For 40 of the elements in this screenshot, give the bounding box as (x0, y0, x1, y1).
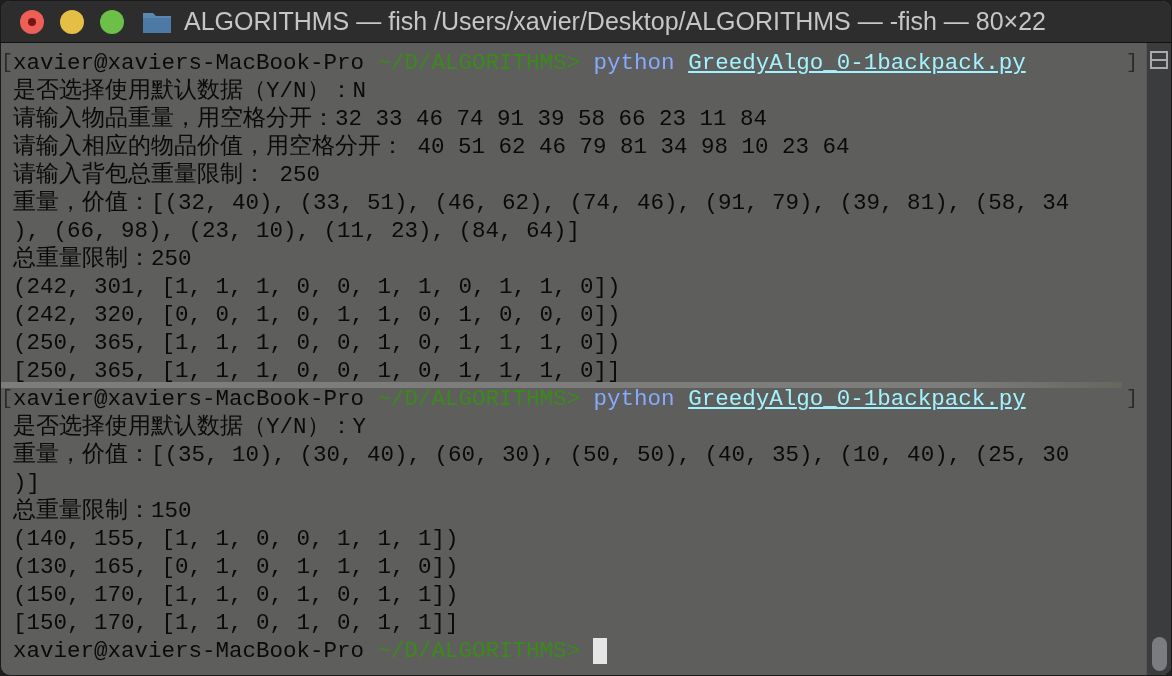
file-link[interactable]: GreedyAlgo_0-1backpack.py (688, 49, 1026, 77)
mark-bracket: ] (1126, 386, 1138, 412)
output-line: 请输入背包总重量限制： 250 (13, 161, 320, 189)
output-line: 总重量限制：250 (13, 245, 192, 273)
output-line: (250, 365, [1, 1, 1, 0, 0, 1, 0, 1, 1, 1, 0]) (13, 329, 621, 357)
split-pane-icon[interactable] (1148, 49, 1170, 71)
output-line: 重量，价值：[(32, 40), (33, 51), (46, 62), (74, 46), (91, 79), (39, 81), (58, 34 (13, 189, 1070, 217)
output-line: (140, 155, [1, 1, 0, 0, 1, 1, 1]) (13, 525, 459, 553)
output-line: )] (13, 469, 40, 497)
output-line: (242, 320, [0, 0, 1, 0, 1, 1, 0, 1, 0, 0, 0]) (13, 301, 621, 329)
output-line: [150, 170, [1, 1, 0, 1, 0, 1, 1]] (13, 609, 459, 637)
file-link[interactable]: GreedyAlgo_0-1backpack.py (688, 385, 1026, 413)
mark-bracket: ] (1126, 50, 1138, 76)
output-line: 重量，价值：[(35, 10), (30, 40), (60, 30), (50, 50), (40, 35), (10, 40), (25, 30 (13, 441, 1070, 469)
output-line: (242, 301, [1, 1, 1, 0, 0, 1, 1, 0, 1, 1, 0]) (13, 273, 621, 301)
output-line: 请输入相应的物品价值，用空格分开： 40 51 62 46 79 81 34 98 10 23 64 (13, 133, 850, 161)
scrollbar[interactable] (1146, 43, 1171, 675)
prompt-user: xavier@xaviers-MacBook-Pro (13, 385, 365, 413)
output-line: 请输入物品重量，用空格分开：32 33 46 74 91 39 58 66 23 11 84 (13, 105, 768, 133)
mark-bracket: [ (1, 386, 13, 412)
minimize-button[interactable] (60, 9, 84, 34)
command-text: python (593, 49, 675, 77)
command-text: python (593, 385, 675, 413)
prompt-path: ~/D/ALGORITHMS> (377, 49, 581, 77)
prompt-user: xavier@xaviers-MacBook-Pro (13, 637, 365, 665)
mark-bracket: [ (1, 50, 13, 76)
output-line: ), (66, 98), (23, 10), (11, 23), (84, 64)] (13, 217, 581, 245)
scroll-thumb[interactable] (1151, 637, 1167, 671)
close-button[interactable] (20, 9, 44, 34)
window-title: ALGORITHMS — fish /Users/xavier/Desktop/ALGORITHMS — -fish — 80×22 (184, 7, 1047, 36)
output-line: [250, 365, [1, 1, 1, 0, 0, 1, 0, 1, 1, 1, 0]] (13, 357, 621, 385)
output-line: 是否选择使用默认数据（Y/N）：Y (13, 413, 366, 441)
output-line: (150, 170, [1, 1, 0, 1, 0, 1, 1]) (13, 581, 459, 609)
output-line: (130, 165, [0, 1, 0, 1, 1, 1, 0]) (13, 553, 459, 581)
prompt-path: ~/D/ALGORITHMS> (377, 637, 581, 665)
prompt-user: xavier@xaviers-MacBook-Pro (13, 49, 365, 77)
prompt-path: ~/D/ALGORITHMS> (377, 385, 581, 413)
zoom-button[interactable] (100, 9, 124, 34)
output-line: 是否选择使用默认数据（Y/N）：N (13, 77, 366, 105)
output-line: 总重量限制：150 (13, 497, 192, 525)
